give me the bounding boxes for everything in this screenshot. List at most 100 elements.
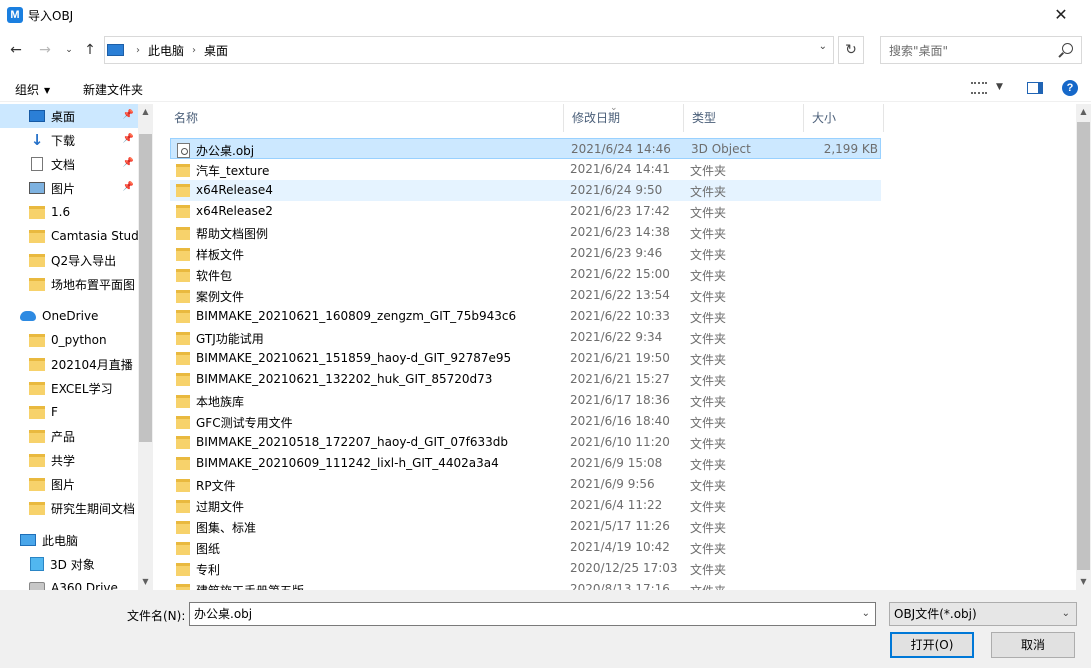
sidebar-item[interactable]: 场地布置平面图 — [0, 272, 138, 296]
sidebar-item[interactable]: 产品 — [0, 424, 138, 448]
address-dropdown-icon[interactable]: ⌄ — [819, 41, 827, 52]
breadcrumb-this-pc[interactable]: 此电脑 — [148, 42, 184, 59]
preview-pane-icon[interactable] — [1027, 82, 1043, 94]
sidebar-item[interactable]: Camtasia Studi — [0, 224, 138, 248]
view-caret-down-icon[interactable]: ▼ — [996, 82, 1003, 92]
cancel-button[interactable]: 取消 — [991, 632, 1075, 658]
file-name-cell: 软件包 — [176, 267, 232, 284]
help-icon[interactable]: ? — [1062, 80, 1078, 96]
search-icon[interactable] — [1062, 43, 1073, 54]
organize-menu[interactable]: 组织 ▼ — [15, 81, 50, 98]
file-name: 软件包 — [196, 269, 233, 283]
file-name-cell: 汽车_texture — [176, 162, 269, 179]
column-header-name[interactable]: 名称 — [166, 104, 564, 132]
sidebar-item[interactable]: Q2导入导出 — [0, 248, 138, 272]
table-row[interactable]: BIMMAKE_20210621_160809_zengzm_GIT_75b94… — [170, 306, 881, 327]
forward-arrow-icon[interactable]: → — [36, 40, 54, 60]
table-row[interactable]: BIMMAKE_20210518_172207_haoy-d_GIT_07f63… — [170, 432, 881, 453]
file-type: 文件夹 — [690, 500, 727, 514]
table-row[interactable]: x64Release2 2021/6/23 17:42 文件夹 — [170, 201, 881, 222]
scroll-up-icon[interactable]: ▲ — [138, 104, 153, 120]
file-date: 2021/6/22 15:00 — [570, 267, 670, 281]
folder-icon — [176, 542, 190, 555]
table-row[interactable]: 过期文件 2021/6/4 11:22 文件夹 — [170, 495, 881, 516]
sidebar-item[interactable]: 图片 — [0, 472, 138, 496]
table-row[interactable]: 图集、标准 2021/5/17 11:26 文件夹 — [170, 516, 881, 537]
drive-icon — [29, 582, 45, 590]
sidebar-item[interactable]: 202104月直播 — [0, 352, 138, 376]
sidebar-item[interactable]: 3D 对象 — [0, 552, 138, 576]
folder-icon — [29, 381, 45, 395]
breadcrumb-chevron-icon[interactable]: › — [136, 45, 140, 56]
filename-dropdown-icon[interactable]: ⌄ — [862, 603, 870, 625]
new-folder-button[interactable]: 新建文件夹 — [83, 81, 143, 98]
pin-icon: 📌 — [122, 134, 134, 144]
sidebar-item[interactable]: 0_python — [0, 328, 138, 352]
file-name-cell: BIMMAKE_20210609_111242_lixl-h_GIT_4402a… — [176, 456, 499, 470]
sidebar-scroll-thumb[interactable] — [139, 134, 152, 442]
filename-input[interactable]: 办公桌.obj ⌄ — [189, 602, 876, 626]
sidebar-item[interactable]: 桌面 📌 — [0, 104, 138, 128]
sidebar-item[interactable]: 此电脑 — [0, 528, 138, 552]
sidebar-item[interactable]: 文档 📌 — [0, 152, 138, 176]
sidebar-item[interactable]: A360 Drive — [0, 576, 138, 590]
breadcrumb-chevron-icon[interactable]: › — [192, 45, 196, 56]
file-name-cell: GTJ功能试用 — [176, 330, 264, 347]
sidebar-item[interactable]: F — [0, 400, 138, 424]
table-row[interactable]: 样板文件 2021/6/23 9:46 文件夹 — [170, 243, 881, 264]
address-bar[interactable]: › 此电脑 › 桌面 ⌄ — [104, 36, 834, 64]
sidebar-scrollbar[interactable]: ▲ ▼ — [138, 104, 153, 590]
scroll-up-icon[interactable]: ▲ — [1076, 104, 1091, 120]
search-input[interactable]: 搜索"桌面" — [880, 36, 1082, 64]
table-row[interactable]: 软件包 2021/6/22 15:00 文件夹 — [170, 264, 881, 285]
table-row[interactable]: BIMMAKE_20210609_111242_lixl-h_GIT_4402a… — [170, 453, 881, 474]
refresh-icon[interactable]: ↻ — [838, 36, 864, 64]
table-row[interactable]: 案例文件 2021/6/22 13:54 文件夹 — [170, 285, 881, 306]
pin-icon: 📌 — [122, 110, 134, 120]
column-header-size[interactable]: 大小 — [804, 104, 884, 132]
table-row[interactable]: 建筑施工手册第五版 2020/8/13 17:16 文件夹 — [170, 579, 881, 590]
recent-locations-chevron-icon[interactable]: ⌄ — [60, 40, 78, 60]
sidebar-item[interactable]: 1.6 — [0, 200, 138, 224]
download-icon: ↓ — [30, 131, 44, 149]
column-header-date[interactable]: ⌄ 修改日期 — [564, 104, 684, 132]
table-row[interactable]: BIMMAKE_20210621_151859_haoy-d_GIT_92787… — [170, 348, 881, 369]
sidebar-item[interactable]: 共学 — [0, 448, 138, 472]
file-list-scrollbar[interactable]: ▲ ▼ — [1076, 104, 1091, 590]
table-row[interactable]: 专利 2020/12/25 17:03 文件夹 — [170, 558, 881, 579]
up-arrow-icon[interactable]: ↑ — [81, 40, 99, 60]
table-row[interactable]: GFC测试专用文件 2021/6/16 18:40 文件夹 — [170, 411, 881, 432]
table-row[interactable]: 图纸 2021/4/19 10:42 文件夹 — [170, 537, 881, 558]
view-details-icon[interactable] — [971, 82, 987, 94]
back-arrow-icon[interactable]: ← — [7, 40, 25, 60]
column-header-type[interactable]: 类型 — [684, 104, 804, 132]
sidebar-item[interactable]: 研究生期间文档 — [0, 496, 138, 520]
sidebar-item[interactable]: OneDrive — [0, 304, 138, 328]
sidebar-item[interactable]: EXCEL学习 — [0, 376, 138, 400]
table-row[interactable]: 办公桌.obj 2021/6/24 14:46 3D Object 2,199 KB — [170, 138, 881, 159]
sidebar-item[interactable]: 图片 📌 — [0, 176, 138, 200]
open-button[interactable]: 打开(O) — [890, 632, 974, 658]
table-row[interactable]: x64Release4 2021/6/24 9:50 文件夹 — [170, 180, 881, 201]
file-type: 文件夹 — [690, 185, 727, 199]
scroll-down-icon[interactable]: ▼ — [1076, 574, 1091, 590]
table-row[interactable]: BIMMAKE_20210621_132202_huk_GIT_85720d73… — [170, 369, 881, 390]
computer-icon — [107, 44, 124, 56]
file-type: 文件夹 — [690, 206, 727, 220]
table-row[interactable]: RP文件 2021/6/9 9:56 文件夹 — [170, 474, 881, 495]
file-name: BIMMAKE_20210621_160809_zengzm_GIT_75b94… — [196, 309, 517, 323]
table-row[interactable]: 汽车_texture 2021/6/24 14:41 文件夹 — [170, 159, 881, 180]
breadcrumb-desktop[interactable]: 桌面 — [204, 42, 228, 59]
scroll-down-icon[interactable]: ▼ — [138, 574, 153, 590]
pin-icon: 📌 — [122, 182, 134, 192]
table-row[interactable]: 帮助文档图例 2021/6/23 14:38 文件夹 — [170, 222, 881, 243]
file-name: x64Release2 — [196, 204, 273, 218]
table-row[interactable]: GTJ功能试用 2021/6/22 9:34 文件夹 — [170, 327, 881, 348]
close-icon[interactable]: ✕ — [1051, 6, 1071, 24]
file-list-scroll-thumb[interactable] — [1077, 122, 1090, 570]
file-name-cell: x64Release2 — [176, 204, 273, 218]
file-name-cell: 过期文件 — [176, 498, 244, 515]
table-row[interactable]: 本地族库 2021/6/17 18:36 文件夹 — [170, 390, 881, 411]
file-type-select[interactable]: OBJ文件(*.obj) ⌄ — [889, 602, 1077, 626]
sidebar-item[interactable]: ↓ 下载 📌 — [0, 128, 138, 152]
